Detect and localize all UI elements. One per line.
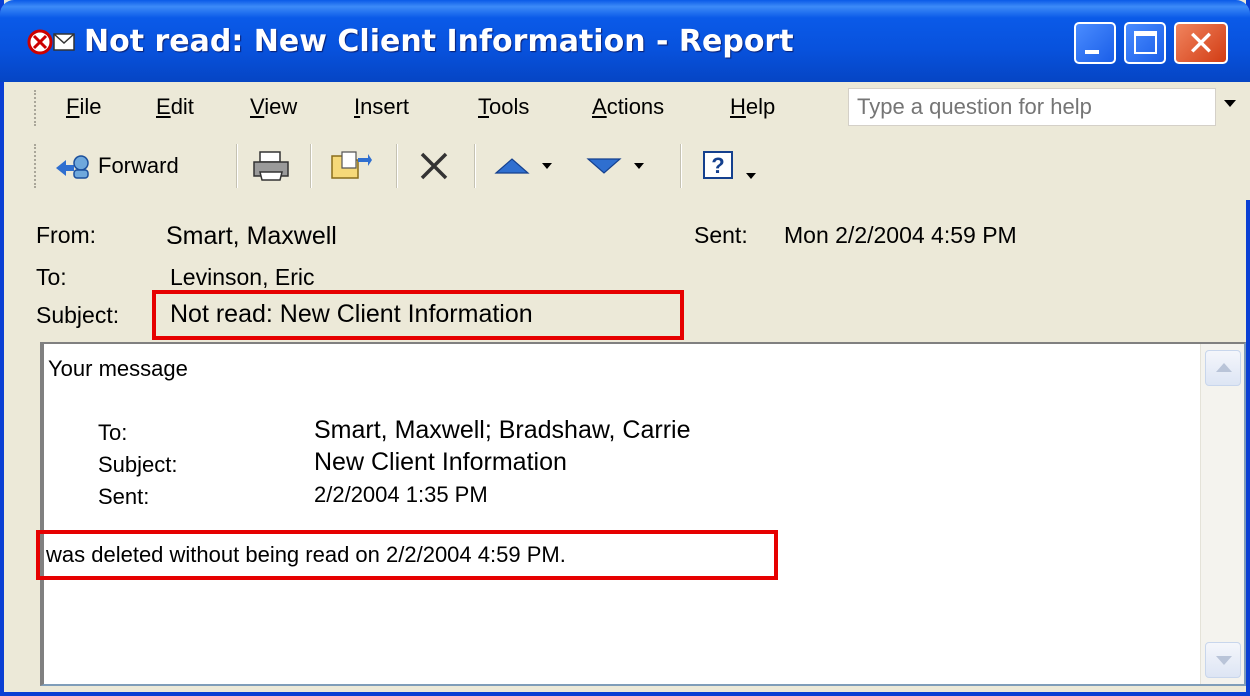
toolbar-separator	[396, 144, 398, 188]
from-label: From:	[36, 222, 97, 248]
body-intro: Your message	[48, 356, 188, 381]
sent-label: Sent:	[694, 222, 748, 248]
menu-bar: File Edit View Insert Tools Actions Help	[4, 82, 1250, 134]
menu-help[interactable]: Help	[730, 94, 775, 120]
delete-button[interactable]	[416, 144, 452, 188]
help-icon: ?	[703, 151, 733, 179]
forward-label: Forward	[98, 153, 179, 178]
standard-toolbar: Forward ?	[4, 134, 1250, 200]
vertical-scrollbar[interactable]	[1200, 344, 1244, 684]
forward-icon	[56, 155, 89, 179]
toolbar-separator	[236, 144, 238, 188]
help-question-box[interactable]	[848, 88, 1216, 126]
subject-value: Not read: New Client Information	[170, 300, 533, 328]
print-icon	[253, 151, 289, 181]
menu-file[interactable]: File	[66, 94, 101, 120]
body-subject-label: Subject:	[98, 452, 178, 477]
title-bar[interactable]: Not read: New Client Information - Repor…	[0, 0, 1250, 82]
menu-insert[interactable]: Insert	[354, 94, 409, 120]
print-button[interactable]	[250, 144, 292, 188]
from-value[interactable]: Smart, Maxwell	[166, 222, 337, 251]
close-button[interactable]: ✕	[1174, 22, 1228, 64]
sent-value: Mon 2/2/2004 4:59 PM	[784, 222, 1017, 248]
help-dropdown-icon[interactable]	[746, 173, 756, 179]
previous-item-icon	[494, 158, 530, 174]
move-to-folder-icon	[331, 151, 372, 179]
maximize-icon	[1134, 31, 1157, 54]
close-icon: ✕	[1186, 24, 1216, 64]
minimize-icon	[1085, 50, 1099, 54]
scroll-down-button[interactable]	[1205, 642, 1241, 678]
help-dropdown-arrow-icon[interactable]	[1224, 100, 1236, 107]
window-title: Not read: New Client Information - Repor…	[84, 24, 794, 59]
scroll-up-button[interactable]	[1205, 350, 1241, 386]
body-sent-value: 2/2/2004 1:35 PM	[314, 482, 488, 507]
subject-label: Subject:	[36, 302, 120, 328]
body-status-line: was deleted without being read on 2/2/20…	[46, 542, 566, 567]
forward-button[interactable]: Forward	[52, 144, 179, 188]
menu-grip-handle[interactable]	[34, 90, 38, 126]
previous-item-button[interactable]	[492, 144, 552, 188]
body-sent-label: Sent:	[98, 484, 150, 509]
toolbar-separator	[680, 144, 682, 188]
body-subject-value: New Client Information	[314, 448, 567, 476]
toolbar-separator	[310, 144, 312, 188]
minimize-button[interactable]	[1074, 22, 1116, 64]
scroll-up-icon	[1216, 363, 1232, 372]
message-body[interactable]: Your message To: Smart, Maxwell; Bradsha…	[36, 342, 1246, 686]
menu-edit[interactable]: Edit	[156, 94, 194, 120]
maximize-button[interactable]	[1124, 22, 1166, 64]
next-item-button[interactable]	[584, 144, 644, 188]
svg-text:?: ?	[711, 153, 724, 178]
toolbar-grip-handle[interactable]	[34, 144, 38, 188]
report-window: Not read: New Client Information - Repor…	[0, 0, 1250, 696]
read-report-envelope-icon	[27, 29, 75, 55]
menu-view[interactable]: View	[250, 94, 297, 120]
next-item-dropdown-icon[interactable]	[634, 163, 644, 169]
move-to-folder-button[interactable]	[328, 144, 374, 188]
to-label: To:	[36, 264, 67, 290]
body-to-label: To:	[98, 420, 128, 445]
help-button[interactable]: ?	[700, 144, 756, 188]
previous-item-dropdown-icon[interactable]	[542, 163, 552, 169]
body-to-value: Smart, Maxwell; Bradshaw, Carrie	[314, 416, 691, 444]
toolbar-separator	[474, 144, 476, 188]
next-item-icon	[586, 158, 622, 174]
menu-tools[interactable]: Tools	[478, 94, 529, 120]
menu-actions[interactable]: Actions	[592, 94, 664, 120]
help-question-input[interactable]	[849, 89, 1215, 125]
delete-icon	[420, 152, 448, 180]
scroll-down-icon	[1216, 656, 1232, 665]
to-value[interactable]: Levinson, Eric	[170, 264, 314, 291]
